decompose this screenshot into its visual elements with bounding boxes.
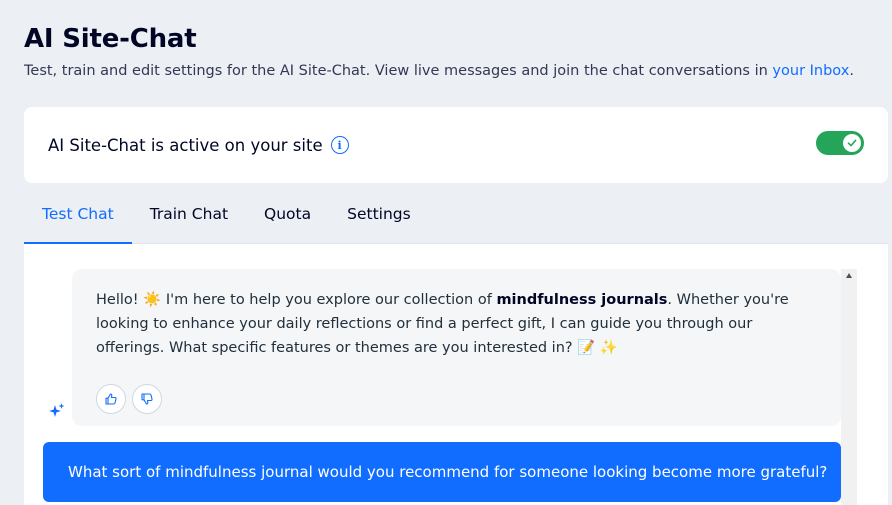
- toggle-knob: [843, 134, 861, 152]
- check-icon: [847, 139, 857, 147]
- subtitle-text: Test, train and edit settings for the AI…: [24, 63, 773, 79]
- bot-message-text: Hello! ☀️ I'm here to help you explore o…: [96, 288, 816, 360]
- thumbs-down-icon: [141, 393, 153, 405]
- inbox-link[interactable]: your Inbox: [772, 63, 849, 79]
- status-text: AI Site-Chat is active on your site: [48, 135, 323, 155]
- page: AI Site-Chat Test, train and edit settin…: [0, 0, 892, 505]
- feedback-buttons: [96, 384, 162, 414]
- tab-test-chat[interactable]: Test Chat: [24, 196, 132, 245]
- thumbs-up-button[interactable]: [96, 384, 126, 414]
- page-title: AI Site-Chat: [24, 24, 197, 54]
- subtitle-suffix: .: [849, 63, 854, 79]
- page-subtitle: Test, train and edit settings for the AI…: [24, 63, 854, 79]
- thumbs-down-button[interactable]: [132, 384, 162, 414]
- chat-panel: Hello! ☀️ I'm here to help you explore o…: [24, 244, 888, 505]
- ai-sparkle-icon: [49, 403, 65, 417]
- chat-scrollbar[interactable]: [841, 269, 857, 505]
- memo-sparkle-emoji-icon: 📝 ✨: [577, 340, 618, 356]
- info-icon[interactable]: i: [330, 136, 349, 154]
- scroll-up-arrow-icon[interactable]: [846, 273, 852, 278]
- bot-message: Hello! ☀️ I'm here to help you explore o…: [72, 269, 841, 426]
- thumbs-up-icon: [105, 393, 117, 405]
- tabs-bar: Test Chat Train Chat Quota Settings: [24, 196, 888, 245]
- bot-text-part: I'm here to help you explore our collect…: [161, 292, 497, 308]
- bot-text-part: Hello!: [96, 292, 144, 308]
- tab-settings[interactable]: Settings: [329, 196, 429, 244]
- bot-text-bold: mindfulness journals: [496, 292, 668, 308]
- tab-quota[interactable]: Quota: [246, 196, 329, 244]
- user-message: What sort of mindfulness journal would y…: [43, 442, 841, 502]
- status-card: AI Site-Chat is active on your site i: [24, 107, 888, 183]
- active-toggle[interactable]: [816, 131, 864, 155]
- sun-emoji-icon: ☀️: [143, 292, 162, 308]
- tab-train-chat[interactable]: Train Chat: [132, 196, 246, 244]
